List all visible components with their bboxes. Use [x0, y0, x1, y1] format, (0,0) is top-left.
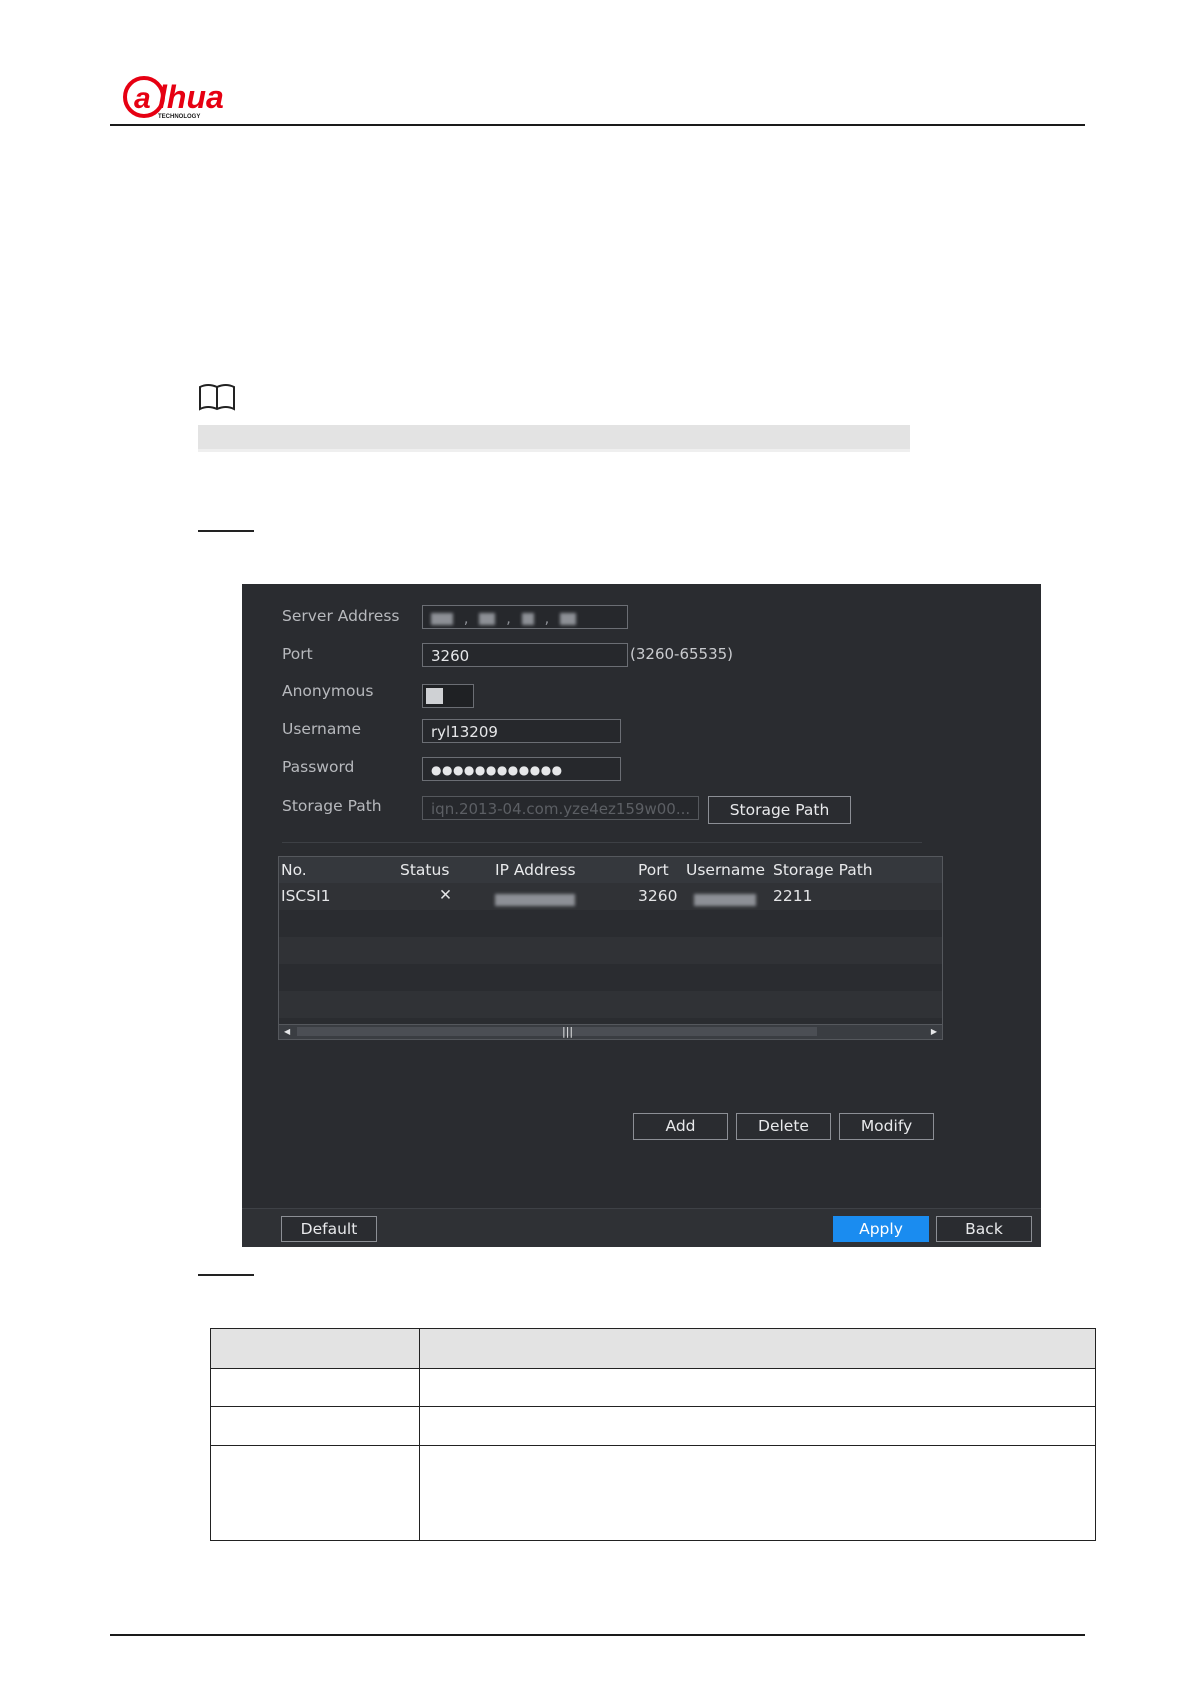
port-field[interactable]: 3260	[422, 643, 628, 667]
storage-path-button[interactable]: Storage Path	[708, 796, 851, 824]
storage-path-field: iqn.2013-04.com.yze4ez159w00...	[422, 796, 699, 820]
col-port: Port	[638, 861, 669, 879]
table-header: No. Status IP Address Port Username Stor…	[279, 857, 942, 883]
parameter-table	[210, 1328, 1096, 1541]
col-ip-address: IP Address	[495, 861, 576, 879]
anonymous-toggle[interactable]	[422, 684, 474, 708]
horizontal-scrollbar[interactable]: ◀ ||| ▶	[279, 1024, 942, 1039]
row-storage-path: 2211	[773, 887, 813, 905]
table-row	[210, 1328, 1096, 1369]
row-no: ISCSI1	[281, 887, 331, 905]
scroll-grip-icon: |||	[562, 1025, 574, 1038]
port-range-hint: (3260-65535)	[630, 645, 734, 663]
col-storage-path: Storage Path	[773, 861, 873, 879]
apply-button[interactable]: Apply	[833, 1216, 929, 1242]
table-row	[210, 1406, 1096, 1446]
port-label: Port	[282, 645, 313, 663]
dahua-logo: a lhua TECHNOLOGY	[123, 76, 224, 120]
password-label: Password	[282, 758, 355, 776]
iscsi-table: No. Status IP Address Port Username Stor…	[278, 856, 943, 1040]
book-icon	[199, 384, 235, 411]
table-row	[210, 1445, 1096, 1541]
col-status: Status	[400, 861, 450, 879]
svg-text:TECHNOLOGY: TECHNOLOGY	[158, 114, 200, 120]
storage-path-label: Storage Path	[282, 797, 382, 815]
username-field[interactable]: ryl13209	[422, 719, 621, 743]
header-rule	[110, 124, 1085, 126]
col-username: Username	[686, 861, 766, 879]
footer-rule	[110, 1634, 1085, 1636]
delete-button[interactable]: Delete	[736, 1113, 831, 1140]
table-row	[279, 991, 942, 1018]
table-row	[279, 910, 942, 937]
x-mark-icon: ✕	[439, 886, 452, 904]
row-ip-address-redacted	[495, 890, 575, 908]
step-underline	[198, 530, 254, 532]
iscsi-settings-panel: Server Address , , , Port 3260 (3260-655…	[242, 584, 1041, 1247]
scroll-right-icon[interactable]: ▶	[931, 1027, 937, 1037]
password-field[interactable]: ●●●●●●●●●●●●	[422, 757, 621, 781]
svg-text:lhua: lhua	[158, 79, 224, 115]
server-address-field[interactable]: , , ,	[422, 605, 628, 629]
table-row	[279, 937, 942, 964]
col-no: No.	[281, 861, 307, 879]
row-port: 3260	[638, 887, 678, 905]
scrollbar-thumb[interactable]	[297, 1027, 817, 1036]
anonymous-label: Anonymous	[282, 682, 374, 700]
add-button[interactable]: Add	[633, 1113, 728, 1140]
table-row	[279, 964, 942, 991]
server-address-label: Server Address	[282, 607, 400, 625]
modify-button[interactable]: Modify	[839, 1113, 934, 1140]
table-row[interactable]: ISCSI1 ✕ 3260 2211	[279, 883, 942, 910]
step-underline	[198, 1274, 254, 1276]
note-bar-shadow	[198, 449, 910, 452]
svg-text:a: a	[134, 82, 151, 115]
section-divider	[282, 842, 922, 843]
row-username-redacted	[694, 890, 756, 908]
toggle-knob	[426, 688, 443, 704]
table-row	[210, 1368, 1096, 1407]
note-bar	[198, 425, 910, 449]
default-button[interactable]: Default	[281, 1216, 377, 1242]
back-button[interactable]: Back	[936, 1216, 1032, 1242]
scroll-left-icon[interactable]: ◀	[284, 1027, 290, 1037]
username-label: Username	[282, 720, 362, 738]
